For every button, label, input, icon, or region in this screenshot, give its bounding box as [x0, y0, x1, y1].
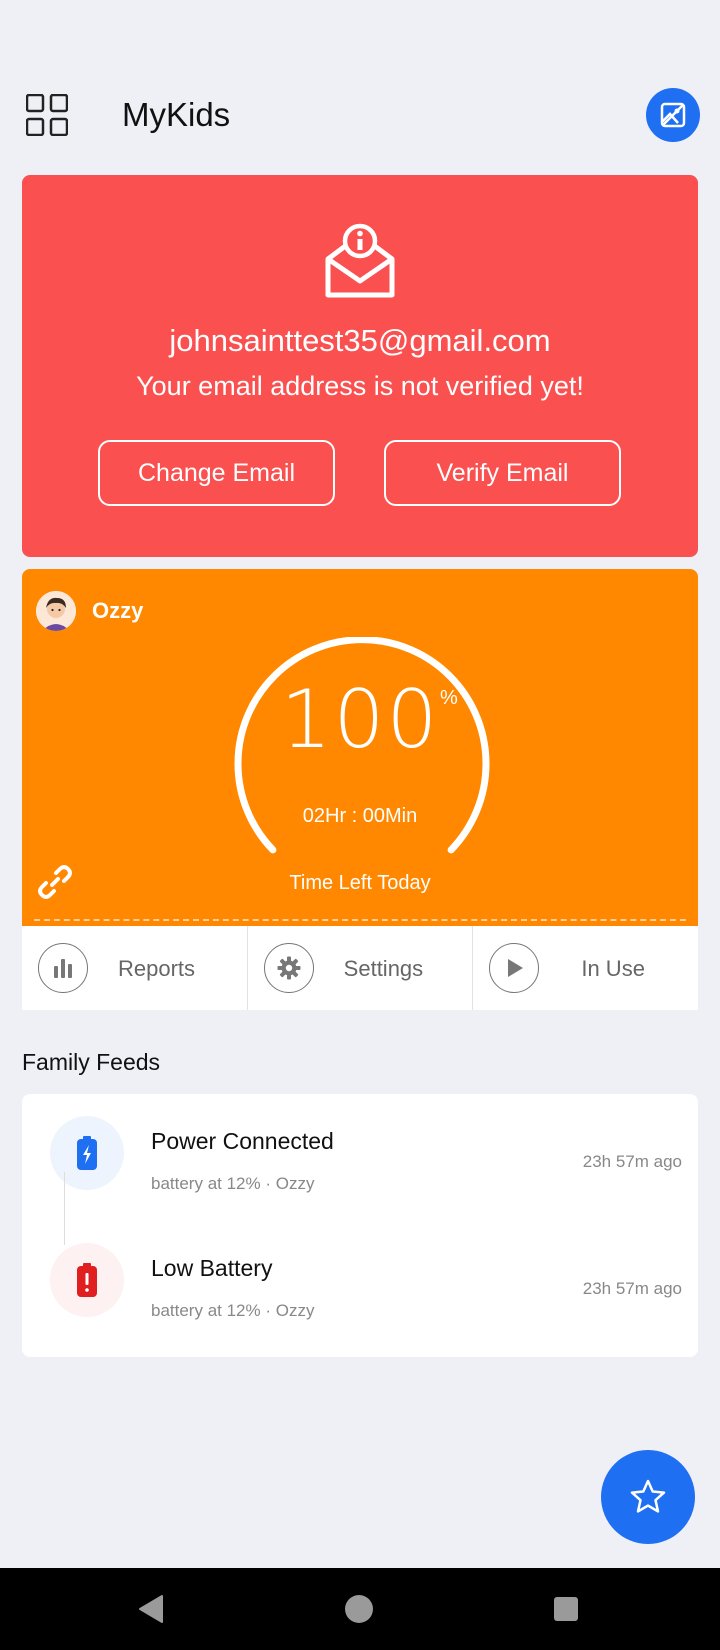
feed-title: Power Connected — [151, 1128, 334, 1154]
feed-title: Low Battery — [151, 1255, 273, 1281]
gallery-button[interactable] — [646, 88, 700, 142]
feed-icon-circle — [50, 1243, 124, 1317]
star-icon — [630, 1479, 666, 1513]
settings-label: Settings — [343, 956, 424, 981]
unverified-email: johnsainttest35@gmail.com — [169, 323, 551, 358]
kid-usage-card[interactable]: Ozzy 100 % 02Hr : 00Min Time Left Today — [22, 569, 698, 926]
feed-subtitle: battery at 12% · Ozzy — [151, 1174, 315, 1193]
percent-unit: % — [440, 687, 458, 709]
change-email-button[interactable]: Change Email — [98, 440, 335, 506]
back-icon[interactable] — [136, 1594, 166, 1624]
settings-icon-circle — [263, 943, 314, 993]
reports-button[interactable]: Reports — [22, 926, 248, 1010]
settings-button[interactable]: Settings — [248, 926, 474, 1010]
verify-email-button[interactable]: Verify Email — [384, 440, 621, 506]
in-use-label: In Use — [581, 956, 645, 981]
feed-time: 23h 57m ago — [582, 1152, 682, 1171]
feed-subtitle: battery at 12% · Ozzy — [151, 1301, 315, 1320]
kid-name: Ozzy — [92, 598, 144, 623]
system-nav-bar — [0, 1568, 720, 1650]
time-left-value: 02Hr : 00Min — [302, 805, 418, 827]
gear-icon — [277, 956, 301, 980]
feed-timeline-connector — [64, 1172, 65, 1245]
battery-alert-icon — [77, 1263, 97, 1297]
in-use-icon-circle — [489, 943, 540, 993]
home-icon[interactable] — [345, 1595, 373, 1623]
feed-icon-circle — [50, 1116, 124, 1190]
divider — [34, 919, 686, 921]
battery-charging-icon — [77, 1136, 97, 1170]
grid-menu-icon[interactable] — [26, 94, 68, 136]
recent-apps-icon[interactable] — [554, 1597, 578, 1621]
mail-info-icon — [325, 223, 395, 298]
reports-label: Reports — [118, 956, 196, 981]
kid-actions-bar: Reports Settings In Use — [22, 926, 698, 1010]
bar-chart-icon — [54, 959, 72, 978]
percent-value: 100 — [280, 673, 440, 766]
play-icon — [508, 959, 524, 977]
verification-warning: Your email address is not verified yet! — [136, 371, 584, 401]
gallery-icon — [660, 102, 686, 128]
kid-avatar-icon — [36, 591, 76, 631]
family-feeds-heading: Family Feeds — [22, 1049, 161, 1075]
feed-item[interactable]: Low Battery battery at 12% · Ozzy 23h 57… — [22, 1243, 698, 1353]
in-use-button[interactable]: In Use — [473, 926, 698, 1010]
app-title: MyKids — [122, 96, 231, 133]
reports-icon-circle — [38, 943, 88, 993]
time-left-label: Time Left Today — [289, 872, 431, 894]
link-icon[interactable] — [36, 863, 74, 901]
feed-time: 23h 57m ago — [582, 1279, 682, 1298]
favorites-fab[interactable] — [601, 1450, 695, 1544]
app-header: MyKids — [0, 60, 720, 172]
family-feeds-list: Power Connected battery at 12% · Ozzy 23… — [22, 1094, 698, 1357]
avatar[interactable] — [36, 591, 76, 631]
email-verification-banner: johnsainttest35@gmail.com Your email add… — [22, 175, 698, 557]
feed-item[interactable]: Power Connected battery at 12% · Ozzy 23… — [22, 1116, 698, 1226]
